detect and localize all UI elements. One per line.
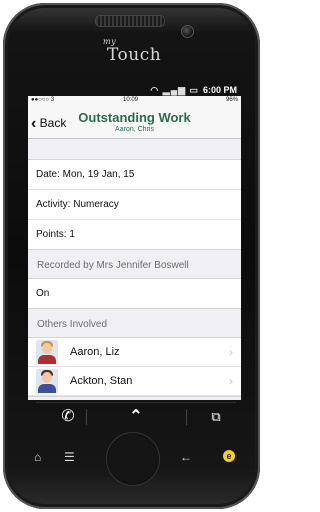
list-item[interactable]: Ackton, Stan › bbox=[28, 367, 241, 396]
menu-icon[interactable]: ☰ bbox=[64, 450, 75, 464]
device-brand-logo: my Touch bbox=[103, 37, 162, 65]
person-name: Ackton, Stan bbox=[70, 375, 133, 387]
chevron-right-icon: › bbox=[229, 345, 233, 359]
avatar bbox=[36, 340, 58, 364]
home-icon[interactable]: ⌂ bbox=[34, 450, 41, 464]
speaker-grille bbox=[95, 15, 165, 27]
points-row: Points: 1 bbox=[36, 229, 75, 240]
recorded-group: On bbox=[28, 278, 241, 309]
others-involved-header: Others Involved bbox=[37, 319, 108, 330]
recorded-by-header: Recorded by Mrs Jennifer Boswell bbox=[37, 260, 189, 271]
person-name: Aaron, Liz bbox=[70, 346, 120, 358]
date-row: Date: Mon, 19 Jan, 15 bbox=[28, 160, 241, 190]
back-arrow-icon[interactable]: ← bbox=[180, 450, 192, 464]
ios-status-bar: ●●○○○ 3 10:09 96% bbox=[28, 96, 241, 105]
signal-battery-icons: ◠ ▂▄▆ ▭ bbox=[150, 85, 199, 95]
details-group: Date: Mon, 19 Jan, 15 Activity: Numeracy… bbox=[28, 159, 241, 250]
app-screen: ●●○○○ 3 10:09 96% ‹ Back Outstanding Wor… bbox=[28, 96, 241, 400]
navigation-bar: ‹ Back Outstanding Work Aaron, Chris bbox=[28, 105, 241, 139]
carrier-signal: ●●○○○ 3 bbox=[31, 97, 55, 103]
activity-row: Activity: Numeracy bbox=[28, 190, 241, 220]
windows-icon[interactable]: ⧉ bbox=[196, 405, 236, 429]
battery-level: 96% bbox=[225, 97, 238, 103]
front-camera bbox=[181, 25, 194, 38]
others-group: Aaron, Liz › Ackton, Stan › bbox=[28, 337, 241, 397]
avatar bbox=[36, 369, 58, 393]
chevron-up-icon[interactable]: ⌃ bbox=[116, 405, 156, 429]
page-title: Outstanding Work bbox=[78, 110, 191, 125]
ios-clock: 10:09 bbox=[123, 97, 139, 103]
android-clock: 6:00 PM bbox=[202, 85, 237, 95]
brand-badge-icon: e bbox=[223, 450, 235, 462]
phone-dock: ✆ ⌃ ⧉ bbox=[36, 402, 236, 431]
chevron-right-icon: › bbox=[229, 374, 233, 388]
list-item[interactable]: Aaron, Liz › bbox=[28, 338, 241, 367]
page-subtitle: Aaron, Chris bbox=[115, 126, 154, 133]
phone-icon[interactable]: ✆ bbox=[48, 405, 88, 429]
hardware-keys: ⌂ ☰ ← bbox=[20, 440, 242, 480]
recorded-value-row: On bbox=[36, 288, 50, 299]
